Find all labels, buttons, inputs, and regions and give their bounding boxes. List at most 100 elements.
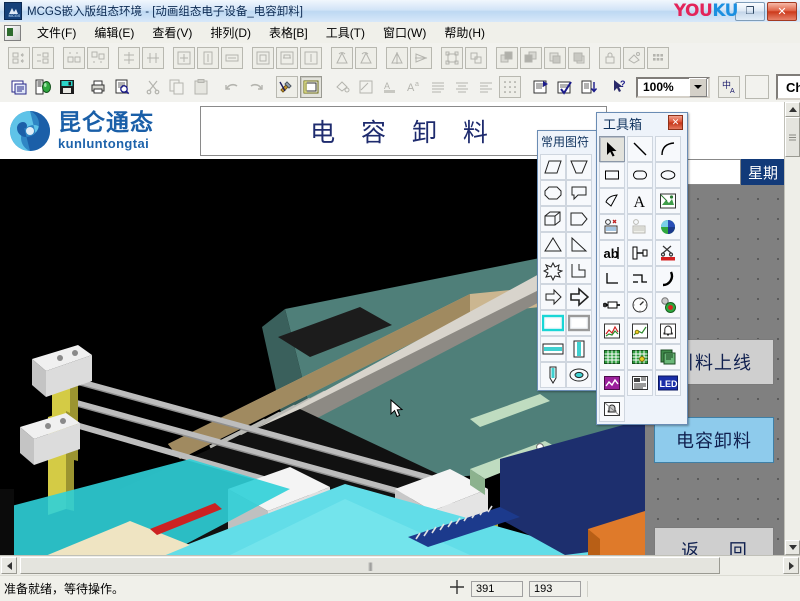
- paste-icon[interactable]: [190, 76, 212, 98]
- corner-bracket-symbol[interactable]: [566, 258, 592, 284]
- select-arrow-tool[interactable]: [599, 136, 625, 162]
- gauge-dial-tool[interactable]: [627, 292, 653, 318]
- menu-help[interactable]: 帮助(H): [435, 22, 494, 43]
- octagon-symbol[interactable]: [540, 180, 566, 206]
- right-triangle-symbol[interactable]: [566, 232, 592, 258]
- realtime-trend-tool[interactable]: [599, 318, 625, 344]
- align-left-icon[interactable]: [8, 46, 30, 69]
- disc-symbol[interactable]: [566, 362, 592, 388]
- slider-input-tool[interactable]: [627, 240, 653, 266]
- toolbox-toggle-icon[interactable]: [276, 76, 298, 98]
- toolbox-close-button[interactable]: ✕: [668, 115, 683, 130]
- ungroup-icon[interactable]: [465, 46, 487, 69]
- ime-icon[interactable]: 中A: [718, 76, 740, 98]
- thick-arrow-symbol[interactable]: [566, 284, 592, 310]
- triangle-symbol[interactable]: [540, 232, 566, 258]
- help-pointer-icon[interactable]: ?: [609, 76, 631, 98]
- bring-to-front-icon[interactable]: [496, 46, 518, 69]
- alarm-bell-tool[interactable]: [655, 318, 681, 344]
- speech-bubble-symbol[interactable]: [566, 180, 592, 206]
- arrow-outline-symbol[interactable]: [540, 284, 566, 310]
- arc-tool[interactable]: [655, 136, 681, 162]
- align-bottom-icon[interactable]: [87, 46, 109, 69]
- font-icon[interactable]: Aa: [403, 76, 425, 98]
- language-box[interactable]: Chinese: [776, 74, 800, 100]
- bitmap-tool[interactable]: [655, 188, 681, 214]
- pie-chart-tool[interactable]: [655, 214, 681, 240]
- align-top-icon[interactable]: [63, 46, 85, 69]
- angle-tool[interactable]: [599, 266, 625, 292]
- line-tool[interactable]: [627, 136, 653, 162]
- scroll-left-button[interactable]: [1, 557, 17, 574]
- grid-table-tool[interactable]: [599, 344, 625, 370]
- align-center-vertical-icon[interactable]: [118, 46, 140, 69]
- alarm-display-tool[interactable]: [599, 396, 625, 422]
- common-symbols-panel[interactable]: 常用图符: [537, 130, 601, 391]
- starburst-symbol[interactable]: [540, 258, 566, 284]
- ime-status-box[interactable]: [745, 75, 769, 99]
- cube-symbol[interactable]: [540, 206, 566, 232]
- zoom-combo[interactable]: 100%: [636, 76, 710, 98]
- led-display-tool[interactable]: LED: [655, 370, 681, 396]
- horizontal-bar-symbol[interactable]: [540, 336, 566, 362]
- database-tool[interactable]: [655, 344, 681, 370]
- horizontal-scrollbar[interactable]: |||: [0, 555, 800, 576]
- rounded-rect-tool[interactable]: [627, 162, 653, 188]
- line-style-icon[interactable]: [355, 76, 377, 98]
- save-icon[interactable]: [56, 76, 78, 98]
- new-window-icon[interactable]: [8, 76, 30, 98]
- distribute-vertical-icon[interactable]: [300, 46, 322, 69]
- send-to-back-icon[interactable]: [520, 46, 542, 69]
- document-system-icon[interactable]: [4, 24, 21, 41]
- print-icon[interactable]: [87, 76, 109, 98]
- history-trend-tool[interactable]: [627, 318, 653, 344]
- fill-color-icon[interactable]: [623, 46, 645, 69]
- menu-arrange[interactable]: 排列(D): [201, 22, 260, 43]
- flip-vertical-icon[interactable]: [410, 46, 432, 69]
- report-tool[interactable]: [627, 370, 653, 396]
- print-preview-icon[interactable]: [111, 76, 133, 98]
- cyan-frame-symbol[interactable]: [540, 310, 566, 336]
- step-line-tool[interactable]: [627, 266, 653, 292]
- sort-icon[interactable]: [578, 76, 600, 98]
- same-size-icon[interactable]: [173, 46, 195, 69]
- toolbox-panel[interactable]: 工具箱 ✕ A ab LED: [596, 112, 688, 425]
- rotate-right-icon[interactable]: [355, 46, 377, 69]
- distribute-horizontal-icon[interactable]: [276, 46, 298, 69]
- lock-icon[interactable]: [599, 46, 621, 69]
- chart-purple-tool[interactable]: [599, 370, 625, 396]
- menu-window[interactable]: 窗口(W): [374, 22, 435, 43]
- nav-button-back[interactable]: 返 回: [654, 527, 774, 555]
- moon-arc-tool[interactable]: [655, 266, 681, 292]
- menu-edit[interactable]: 编辑(E): [85, 22, 143, 43]
- scroll-down-button[interactable]: [785, 540, 800, 555]
- pentagon-arrow-symbol[interactable]: [566, 206, 592, 232]
- restore-button[interactable]: ❐: [735, 2, 765, 21]
- open-icon[interactable]: [32, 76, 54, 98]
- scroll-up-button[interactable]: [785, 102, 800, 117]
- menu-tools[interactable]: 工具(T): [317, 22, 374, 43]
- vertical-scrollbar[interactable]: [784, 102, 800, 555]
- rectangle-tool[interactable]: [599, 162, 625, 188]
- table-element-tool[interactable]: [627, 214, 653, 240]
- gray-frame-symbol[interactable]: [566, 310, 592, 336]
- copy-icon[interactable]: [166, 76, 188, 98]
- status-value-field[interactable]: [685, 159, 741, 185]
- same-height-icon[interactable]: [197, 46, 219, 69]
- group-icon[interactable]: [441, 46, 463, 69]
- font-size-icon[interactable]: [427, 76, 449, 98]
- scissors-tool[interactable]: [655, 240, 681, 266]
- redo-icon[interactable]: [245, 76, 267, 98]
- grid-icon[interactable]: [647, 46, 669, 69]
- text-tool[interactable]: A: [627, 188, 653, 214]
- cut-icon[interactable]: [142, 76, 164, 98]
- same-width-icon[interactable]: [221, 46, 243, 69]
- bring-forward-icon[interactable]: [544, 46, 566, 69]
- send-backward-icon[interactable]: [568, 46, 590, 69]
- vertical-bar-symbol[interactable]: [566, 336, 592, 362]
- ellipse-tool[interactable]: [655, 162, 681, 188]
- show-grid-icon[interactable]: [499, 76, 521, 98]
- zoom-dropdown-arrow[interactable]: [689, 77, 707, 97]
- align-text-center-icon[interactable]: [451, 76, 473, 98]
- check-icon[interactable]: [554, 76, 576, 98]
